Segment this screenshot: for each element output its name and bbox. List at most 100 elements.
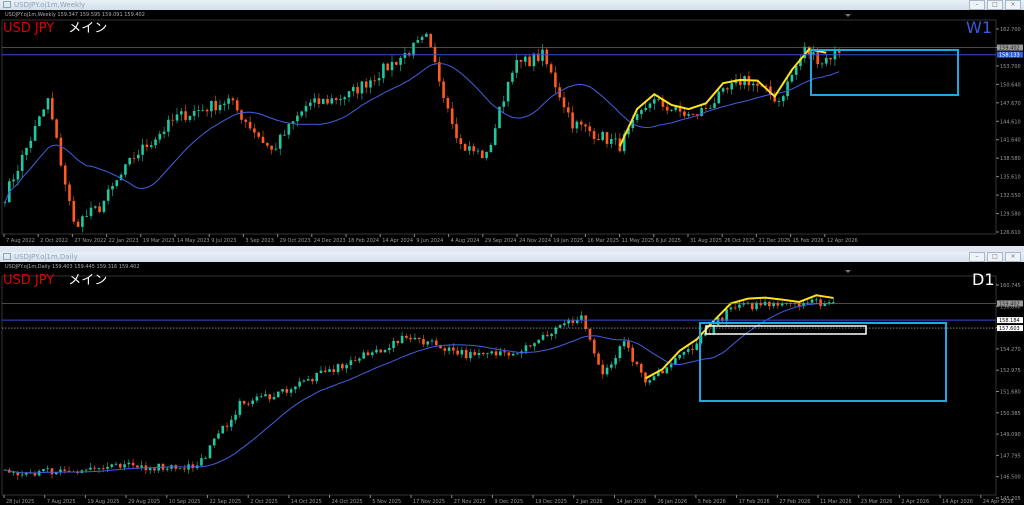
candle-body xyxy=(717,91,721,104)
candle-body xyxy=(554,327,558,334)
candle-body xyxy=(827,302,831,304)
date-tick-label: 4 Aug 2024 xyxy=(451,238,480,244)
candle-body xyxy=(477,352,481,356)
daily-chart[interactable]: 160.745156.860155.565154.270152.975151.6… xyxy=(0,262,1024,505)
price-tick-label: 149.090 xyxy=(1000,432,1021,438)
candle-body xyxy=(472,146,475,152)
candle-body xyxy=(695,343,699,350)
candle-body xyxy=(330,98,334,104)
candle-body xyxy=(298,381,301,387)
candle-body xyxy=(584,315,588,329)
weekly-title-bar[interactable]: USDJPY.oj1m,Weekly – □ × xyxy=(0,0,1024,10)
candle-body xyxy=(682,351,686,355)
candle-body xyxy=(197,110,200,111)
close-button[interactable]: × xyxy=(1005,0,1021,10)
date-tick-label: 29 Aug 2025 xyxy=(128,499,160,505)
candle-body xyxy=(302,380,306,382)
candle-body xyxy=(592,131,596,139)
candle-body xyxy=(558,325,562,328)
candle-body xyxy=(704,107,708,109)
date-tick-label: 29 Sep 2024 xyxy=(485,238,517,244)
candle-body xyxy=(225,425,229,427)
candle-body xyxy=(101,468,105,469)
candle-body xyxy=(362,352,365,359)
candle-body xyxy=(343,97,346,100)
weekly-chart-window[interactable]: USDJPY.oj1m,Weekly –□× 162.700156.670153… xyxy=(0,0,1024,246)
candle-body xyxy=(669,364,673,368)
weekly-chart[interactable]: 162.700156.670153.700150.640147.670144.6… xyxy=(0,10,1024,246)
candle-body xyxy=(686,349,690,352)
candle-body xyxy=(20,474,24,476)
zigzag-line xyxy=(618,48,827,147)
candle-body xyxy=(63,165,67,185)
date-tick-label: 19 Dec 2025 xyxy=(535,499,567,505)
candle-body xyxy=(442,81,445,99)
candle-body xyxy=(276,391,280,398)
minimize-button[interactable]: – xyxy=(969,252,985,262)
candle-body xyxy=(321,98,325,104)
candle-body xyxy=(25,147,28,155)
price-tick-label: 152.975 xyxy=(1000,368,1021,374)
candle-body xyxy=(481,150,484,159)
candle-body xyxy=(341,364,344,369)
date-tick-label: 24 Oct 2025 xyxy=(332,499,363,505)
chart-icon xyxy=(3,1,11,8)
candle-body xyxy=(631,347,634,362)
candle-body xyxy=(128,157,131,165)
maximize-button[interactable]: □ xyxy=(987,252,1003,262)
candle-body xyxy=(200,458,203,466)
candle-body xyxy=(140,465,143,468)
candle-body xyxy=(255,396,259,401)
date-tick-label: 7 Aug 2025 xyxy=(47,499,76,505)
candle-body xyxy=(639,364,643,373)
date-tick-label: 14 May 2023 xyxy=(177,238,210,244)
candle-body xyxy=(601,364,605,375)
daily-chart-window[interactable]: USDJPY.oj1m,Daily –□× 160.745156.860155.… xyxy=(0,252,1024,505)
candle-body xyxy=(131,462,135,466)
candle-body xyxy=(420,36,424,41)
window-title: USDJPY.oj1m,Daily xyxy=(14,253,78,261)
candle-body xyxy=(180,111,183,115)
minimize-button[interactable]: – xyxy=(969,0,985,10)
candle-body xyxy=(443,348,447,351)
timeframe-label: W1 xyxy=(966,18,992,37)
candle-body xyxy=(217,433,220,439)
candle-body xyxy=(383,350,387,353)
candle-body xyxy=(192,110,196,116)
candle-body xyxy=(580,315,583,320)
close-button[interactable]: × xyxy=(1005,252,1021,262)
candle-body xyxy=(532,53,536,67)
candle-body xyxy=(490,351,494,354)
candle-body xyxy=(426,341,430,345)
candle-body xyxy=(429,33,432,47)
candle-body xyxy=(3,202,7,204)
candle-body xyxy=(281,389,284,392)
candle-body xyxy=(114,463,118,465)
daily-title-bar[interactable]: USDJPY.oj1m,Daily – □ × xyxy=(0,252,1024,262)
candle-body xyxy=(356,87,359,94)
candle-body xyxy=(434,340,438,346)
candle-body xyxy=(261,136,265,144)
date-tick-label: 15 Feb 2026 xyxy=(793,238,824,244)
date-tick-label: 14 Jan 2026 xyxy=(617,499,647,505)
candle-body xyxy=(370,352,374,356)
date-tick-label: 12 Apr 2026 xyxy=(827,238,858,244)
date-tick-label: 28 Jul 2025 xyxy=(6,499,34,505)
maximize-button[interactable]: □ xyxy=(987,0,1003,10)
candle-body xyxy=(405,335,408,338)
candle-body xyxy=(820,63,824,65)
date-tick-label: 21 Dec 2025 xyxy=(758,238,790,244)
date-tick-label: 27 Feb 2026 xyxy=(779,499,810,505)
candle-body xyxy=(38,116,41,127)
candle-body xyxy=(756,83,759,86)
candle-body xyxy=(635,361,639,365)
candle-body xyxy=(733,307,737,309)
candle-body xyxy=(149,145,153,147)
candle-body xyxy=(46,468,49,470)
chart-icon xyxy=(3,253,11,260)
candle-body xyxy=(622,341,626,347)
date-tick-label: 22 Sep 2025 xyxy=(210,499,242,505)
date-tick-label: 17 Nov 2025 xyxy=(413,499,445,505)
candle-body xyxy=(63,469,67,471)
candle-body xyxy=(178,468,182,470)
